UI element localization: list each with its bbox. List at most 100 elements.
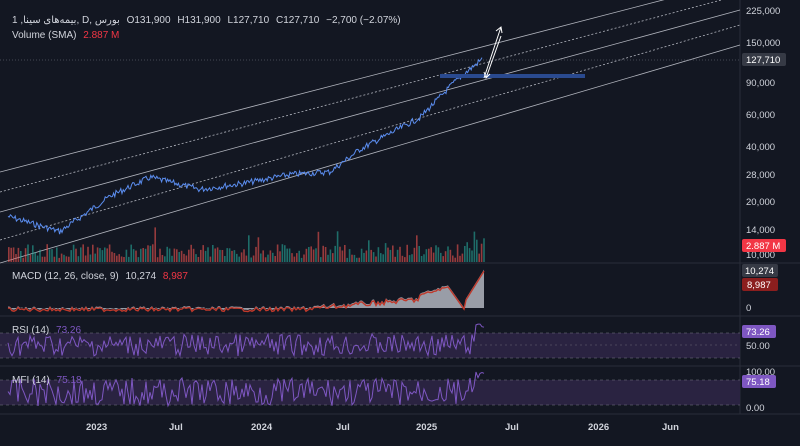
volume-bar (24, 248, 27, 262)
volume-bar (118, 254, 120, 262)
volume-bar (346, 257, 348, 262)
volume-bar (473, 231, 476, 262)
volume-bar (89, 254, 92, 262)
volume-bar (46, 244, 48, 262)
volume-bar (197, 257, 200, 262)
volume-bar (123, 257, 125, 262)
volume-bar (394, 256, 396, 262)
volume-bar (12, 247, 15, 262)
symbol-label[interactable]: 1 ,بیمه‌های سینا, D, بورس (12, 15, 120, 26)
volume-bar (10, 247, 12, 262)
volume-bar (291, 253, 293, 262)
channel-line[interactable] (0, 44, 741, 264)
volume-bar (320, 257, 322, 262)
time-tick-label: Jul (505, 422, 519, 433)
volume-bar (411, 254, 413, 262)
volume-bar (180, 250, 183, 262)
volume-bar (243, 249, 245, 262)
volume-bar (380, 253, 382, 262)
volume-bar (420, 256, 423, 262)
volume-bar (372, 252, 375, 262)
volume-bar (303, 254, 305, 262)
volume-bar (99, 248, 101, 262)
time-tick-label: 2023 (86, 422, 107, 433)
volume-bar (466, 242, 468, 262)
mfi-value: 75.18 (56, 375, 82, 386)
volume-bar (36, 255, 39, 262)
volume-bar (452, 255, 454, 262)
rsi-label[interactable]: RSI (14) (12, 325, 49, 336)
volume-bar (161, 255, 164, 262)
time-tick-label: Jun (662, 422, 679, 433)
time-axis[interactable]: 2023 Jul 2024 Jul 2025 Jul 2026 Jun (86, 422, 679, 433)
volume-bar (336, 231, 339, 262)
volume-bar (142, 248, 144, 262)
volume-bar (120, 256, 123, 262)
volume-bar (171, 255, 173, 262)
volume-bar (233, 250, 236, 262)
low-value: L127,710 (227, 15, 270, 26)
volume-bar (190, 244, 192, 262)
volume-bar (68, 256, 70, 262)
price-tick-label: 40,000 (746, 142, 775, 153)
volume-bar (15, 254, 17, 262)
volume-bar (298, 250, 300, 262)
volume-bar (288, 248, 291, 262)
volume-bar (454, 257, 456, 262)
volume-bar (204, 250, 207, 262)
projection-arrows[interactable] (483, 26, 503, 79)
chart-canvas[interactable]: 225,000 150,000 90,000 60,000 40,000 28,000 20… (0, 0, 800, 446)
channel-line[interactable] (0, 24, 741, 241)
mfi-label[interactable]: MFI (14) (12, 375, 50, 386)
volume-bar (75, 248, 77, 262)
volume-bar (144, 248, 147, 262)
volume-bar (176, 249, 178, 262)
volume-bar (264, 257, 267, 262)
rsi-band (0, 333, 740, 358)
volume-bar (39, 249, 41, 262)
volume-bar (137, 257, 140, 262)
mfi-badge-text: 75.18 (746, 377, 770, 388)
volume-bar (51, 249, 53, 262)
volume-bar (22, 257, 24, 262)
volume-bar (32, 245, 34, 262)
volume-bar (425, 249, 428, 262)
volume-bar (188, 249, 190, 262)
price-tick-label: 90,000 (746, 78, 775, 89)
volume-legend: Volume (SMA) 2.887 M (12, 30, 123, 41)
volume-bar (423, 254, 425, 262)
volume-bar (483, 238, 485, 262)
volume-bar (274, 256, 276, 262)
volume-bar (219, 249, 221, 262)
volume-bar (358, 257, 360, 262)
volume-bar (200, 249, 202, 262)
change-value: −2,700 (−2.07%) (326, 15, 401, 26)
price-line (7, 57, 483, 235)
volume-bar (447, 246, 449, 262)
rsi-legend: RSI (14) 73.26 (12, 325, 85, 336)
volume-bar (130, 244, 132, 262)
volume-bar (363, 252, 365, 262)
volume-bar (300, 257, 303, 262)
volume-bar (389, 249, 392, 262)
volume-bar (408, 255, 411, 262)
volume-bar (375, 256, 377, 262)
volume-bar (207, 247, 209, 262)
volume-bar (245, 255, 248, 262)
volume-bar (116, 255, 118, 262)
volume-bar (101, 250, 104, 262)
price-axis[interactable]: 225,000 150,000 90,000 60,000 40,000 28,000 20… (746, 6, 780, 261)
volume-bar (228, 248, 231, 262)
volume-bar (406, 244, 408, 262)
volume-bar (286, 248, 288, 262)
volume-label[interactable]: Volume (SMA) (12, 30, 76, 41)
channel-line[interactable] (0, 0, 740, 193)
volume-bar (240, 252, 243, 262)
volume-value: 2.887 M (83, 30, 120, 41)
volume-bar (44, 256, 46, 262)
volume-bar (128, 256, 130, 262)
macd-signal-value: 8,987 (162, 271, 188, 282)
volume-bar (255, 246, 257, 262)
volume-bar (296, 253, 298, 262)
macd-label[interactable]: MACD (12, 26, close, 9) (12, 271, 119, 282)
